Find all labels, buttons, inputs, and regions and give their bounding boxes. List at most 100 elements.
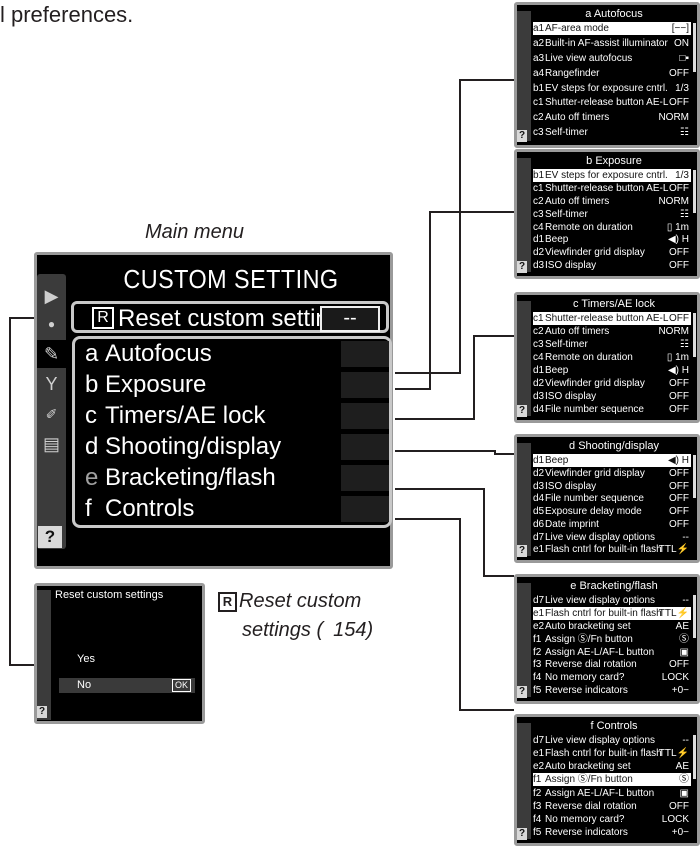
- submenu-row[interactable]: c1Shutter-release button AE-L OFF: [533, 96, 691, 109]
- row-code: d1: [533, 234, 545, 246]
- row-value: TTL⚡: [658, 544, 689, 556]
- submenu-row[interactable]: d4File number sequence OFF: [533, 403, 691, 416]
- submenu-row[interactable]: d2Viewfinder grid display OFF: [533, 246, 691, 259]
- shooting-icon[interactable]: ●: [37, 310, 66, 338]
- submenu-row[interactable]: d1Beep ◀) H: [533, 454, 691, 467]
- option-yes[interactable]: Yes: [59, 652, 195, 667]
- my-menu-icon[interactable]: ▤: [37, 430, 66, 458]
- help-icon[interactable]: ?: [517, 545, 527, 557]
- submenu-row[interactable]: e2Auto bracketing set AE: [533, 760, 691, 773]
- help-icon[interactable]: ?: [517, 261, 527, 273]
- menu-item-exposure[interactable]: b Exposure: [71, 370, 389, 400]
- submenu-row[interactable]: d1Beep ◀) H: [533, 364, 691, 377]
- submenu-row[interactable]: c2Auto off timers NORM: [533, 325, 691, 338]
- submenu-row[interactable]: f2 Assign AE-L/AF-L button ▣: [533, 646, 691, 659]
- row-value: TTL⚡: [658, 748, 689, 760]
- row-value: --: [682, 595, 689, 606]
- row-label: Shutter-release button AE-L: [545, 313, 669, 324]
- scrollbar[interactable]: [693, 23, 696, 72]
- submenu-row[interactable]: c4Remote on duration ▯ 1m: [533, 221, 691, 234]
- menu-item-controls[interactable]: f Controls: [71, 494, 389, 524]
- menu-item-bracketing[interactable]: e Bracketing/flash: [71, 463, 389, 493]
- row-value: NORM: [658, 112, 689, 124]
- scrollbar[interactable]: [693, 313, 696, 357]
- pencil-icon[interactable]: ✎: [37, 340, 66, 368]
- submenu-row[interactable]: e2Auto bracketing set AE: [533, 620, 691, 633]
- submenu-row[interactable]: f5 Reverse indicators +0−: [533, 684, 691, 697]
- submenu-row[interactable]: d2Viewfinder grid display OFF: [533, 377, 691, 390]
- retouch-icon[interactable]: ✐: [37, 400, 66, 428]
- submenu-row[interactable]: f5 Reverse indicators +0−: [533, 826, 691, 839]
- submenu-row[interactable]: a1AF-area mode [−−]: [533, 22, 691, 35]
- row-label: Reverse dial rotation: [545, 659, 637, 671]
- submenu-row[interactable]: b1EV steps for exposure cntrl. 1/3: [533, 169, 691, 182]
- menu-item-autofocus[interactable]: a Autofocus: [71, 339, 389, 369]
- submenu-row[interactable]: d7Live view display options --: [533, 734, 691, 747]
- ok-icon: OK: [171, 679, 191, 692]
- submenu-row[interactable]: d5Exposure delay mode OFF: [533, 505, 691, 518]
- submenu-row[interactable]: c3Self-timer ☷: [533, 208, 691, 221]
- row-value: OFF: [669, 467, 689, 479]
- submenu-row[interactable]: c4Remote on duration ▯ 1m: [533, 351, 691, 364]
- submenu-row[interactable]: f4 No memory card? LOCK: [533, 671, 691, 684]
- menu-item-reset[interactable]: R Reset custom settings --: [71, 301, 389, 333]
- row-value: OFF: [669, 378, 689, 389]
- wrench-icon[interactable]: Y: [37, 370, 66, 398]
- scrollbar[interactable]: [693, 455, 696, 498]
- submenu-row[interactable]: d4File number sequence OFF: [533, 492, 691, 505]
- scrollbar[interactable]: [693, 595, 696, 638]
- submenu-row[interactable]: d7Live view display options --: [533, 594, 691, 607]
- submenu-row[interactable]: c2Auto off timers NORM: [533, 195, 691, 208]
- help-icon[interactable]: ?: [38, 526, 62, 548]
- row-code: f4: [533, 672, 542, 684]
- scrollbar[interactable]: [693, 170, 696, 213]
- submenu-row[interactable]: d3ISO display OFF: [533, 480, 691, 493]
- help-icon[interactable]: ?: [517, 405, 527, 417]
- row-code: e2: [533, 761, 545, 773]
- submenu-row[interactable]: b1EV steps for exposure cntrl. 1/3: [533, 82, 691, 95]
- submenu-row[interactable]: d1Beep ◀) H: [533, 233, 691, 246]
- menu-item-timers[interactable]: c Timers/AE lock: [71, 401, 389, 431]
- submenu-row[interactable]: c1Shutter-release button AE-L OFF: [533, 312, 691, 325]
- submenu-row[interactable]: c3Self-timer ☷: [533, 338, 691, 351]
- submenu-row[interactable]: e1Flash cntrl for built-in flash TTL⚡: [533, 747, 691, 760]
- menu-letter: c: [85, 402, 97, 429]
- submenu-row[interactable]: d2Viewfinder grid display OFF: [533, 467, 691, 480]
- submenu-row[interactable]: a4Rangefinder OFF: [533, 67, 691, 80]
- row-code: a2: [533, 37, 545, 49]
- help-icon[interactable]: ?: [517, 686, 527, 698]
- submenu-row[interactable]: e1Flash cntrl for built-in flash TTL⚡: [533, 543, 691, 556]
- submenu-row[interactable]: f1 Assign Ⓢ/Fn button Ⓢ: [533, 773, 691, 787]
- option-no[interactable]: No OK: [59, 678, 195, 693]
- row-label: Beep: [545, 365, 569, 376]
- row-label: Auto off timers: [545, 195, 610, 207]
- submenu-row[interactable]: a3Live view autofocus □▪: [533, 52, 691, 65]
- row-code: e2: [533, 620, 545, 632]
- submenu-row[interactable]: f3 Reverse dial rotation OFF: [533, 800, 691, 813]
- submenu-row[interactable]: c2Auto off timers NORM: [533, 111, 691, 124]
- row-code: d7: [533, 735, 545, 746]
- submenu-row[interactable]: f4 No memory card? LOCK: [533, 813, 691, 826]
- row-code: c1: [533, 182, 544, 194]
- row-value: OFF: [669, 659, 689, 671]
- submenu-row[interactable]: e1Flash cntrl for built-in flash TTL⚡: [533, 606, 691, 620]
- submenu-row[interactable]: c3Self-timer ☷: [533, 126, 691, 139]
- submenu-row[interactable]: f2 Assign AE-L/AF-L button ▣: [533, 787, 691, 800]
- submenu-row[interactable]: d3ISO display OFF: [533, 390, 691, 403]
- submenu-row[interactable]: c1Shutter-release button AE-L OFF: [533, 182, 691, 195]
- menu-letter: d: [85, 433, 99, 460]
- playback-icon[interactable]: ▶: [37, 282, 66, 310]
- submenu-row[interactable]: f1 Assign Ⓢ/Fn button Ⓢ: [533, 633, 691, 646]
- help-icon[interactable]: ?: [37, 706, 47, 718]
- submenu-row[interactable]: d6Date imprint OFF: [533, 518, 691, 531]
- submenu-row[interactable]: d3ISO display OFF: [533, 259, 691, 272]
- help-icon[interactable]: ?: [517, 130, 527, 142]
- menu-item-shooting[interactable]: d Shooting/display: [71, 432, 389, 462]
- scrollbar[interactable]: [693, 735, 696, 779]
- row-value: ◀) H: [667, 234, 689, 246]
- help-icon[interactable]: ?: [517, 828, 527, 840]
- menu-label: Autofocus: [105, 340, 212, 367]
- submenu-row[interactable]: d7Live view display options --: [533, 531, 691, 544]
- submenu-row[interactable]: a2Built-in AF-assist illuminator ON: [533, 37, 691, 50]
- submenu-row[interactable]: f3 Reverse dial rotation OFF: [533, 658, 691, 671]
